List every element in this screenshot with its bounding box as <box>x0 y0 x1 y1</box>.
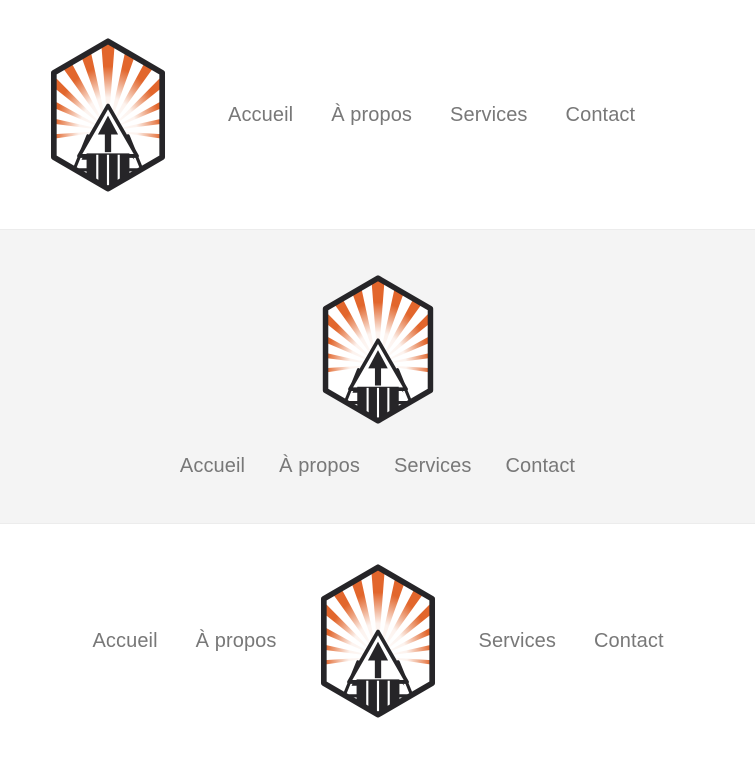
nav-link-services[interactable]: Services <box>450 101 528 129</box>
brand-logo[interactable] <box>45 36 171 194</box>
nav-link-accueil[interactable]: Accueil <box>92 627 157 655</box>
logo-slot[interactable] <box>315 562 441 720</box>
primary-nav: Accueil À propos Services Contact <box>228 101 654 129</box>
primary-nav: Accueil À propos Services Contact <box>163 452 592 480</box>
nav-link-services[interactable]: Services <box>479 627 557 655</box>
nav-link-contact[interactable]: Contact <box>505 452 575 480</box>
nav-link-a-propos[interactable]: À propos <box>331 101 412 129</box>
header-variant-logo-centered-stacked: Accueil À propos Services Contact <box>0 230 755 523</box>
brand-logo[interactable] <box>317 273 439 426</box>
nav-link-a-propos[interactable]: À propos <box>196 627 277 655</box>
nav-link-contact[interactable]: Contact <box>566 101 636 129</box>
nav-link-services[interactable]: Services <box>394 452 472 480</box>
header-variant-logo-left: Accueil À propos Services Contact <box>0 0 755 230</box>
logo-slot[interactable] <box>45 36 171 194</box>
brand-logo[interactable] <box>315 562 441 720</box>
primary-nav-right: Services Contact <box>465 627 713 655</box>
logo-slot[interactable] <box>317 273 439 426</box>
primary-nav-left: Accueil À propos <box>43 627 291 655</box>
nav-link-contact[interactable]: Contact <box>594 627 664 655</box>
header-variant-logo-centered-split: Accueil À propos Services Contact <box>0 523 755 759</box>
nav-link-a-propos[interactable]: À propos <box>279 452 360 480</box>
nav-link-accueil[interactable]: Accueil <box>180 452 245 480</box>
nav-link-accueil[interactable]: Accueil <box>228 101 293 129</box>
header-variants-page: Accueil À propos Services Contact Accuei… <box>0 0 755 759</box>
